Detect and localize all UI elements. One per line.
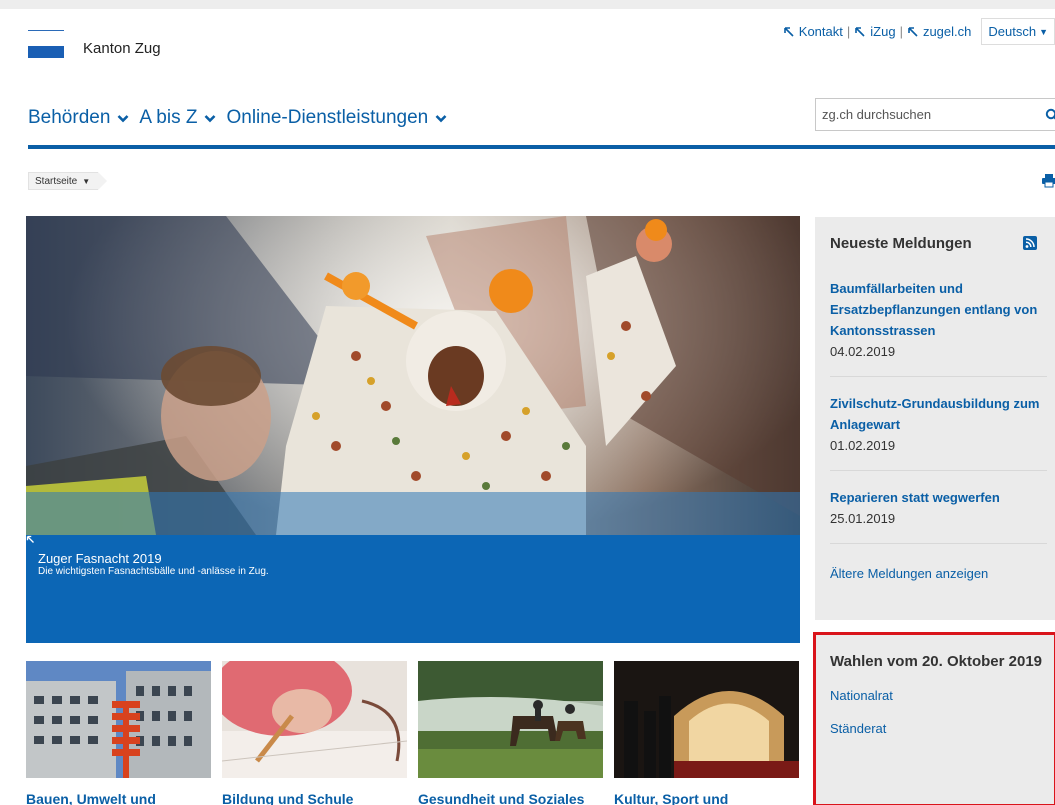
election-link-nationalrat[interactable]: Nationalrat xyxy=(830,688,1054,704)
caret-down-icon: ▼ xyxy=(1039,26,1048,37)
arrow-up-left-icon xyxy=(783,26,794,37)
hero-subtitle-link[interactable]: Die wichtigsten Fasnachtsbälle und -anlä… xyxy=(26,535,800,578)
top-grey-strip xyxy=(0,0,1055,9)
language-select[interactable]: Deutsch ▼ xyxy=(981,18,1055,45)
topic-tile-bildung[interactable]: Bildung und Schule xyxy=(222,661,407,805)
news-item[interactable]: Zivilschutz-Grundausbildung zum Anlagewa… xyxy=(830,393,1047,471)
older-news-link[interactable]: Ältere Meldungen anzeigen xyxy=(830,566,1047,581)
tile-label: Kultur, Sport und xyxy=(614,791,729,805)
main-nav-behoerden[interactable]: Behörden xyxy=(28,107,129,129)
search-box xyxy=(815,98,1055,131)
election-link-staenderat[interactable]: Ständerat xyxy=(830,721,1054,737)
hero-teaser[interactable]: Zuger Fasnacht 2019 Die wichtigsten Fasn… xyxy=(26,216,800,643)
breadcrumb-home: Startseite xyxy=(35,175,78,187)
election-box: Wahlen vom 20. Oktober 2019 Nationalrat … xyxy=(813,632,1055,805)
election-title: Wahlen vom 20. Oktober 2019 xyxy=(830,653,1043,670)
news-headline: Zivilschutz-Grundausbildung zum Anlagewa… xyxy=(830,396,1040,432)
chevron-down-icon xyxy=(117,114,129,122)
separator: | xyxy=(899,24,903,39)
breadcrumb[interactable]: Startseite ▼ xyxy=(28,172,108,190)
news-date: 25.01.2019 xyxy=(830,511,896,526)
tile-image xyxy=(614,661,799,778)
news-header: Neueste Meldungen xyxy=(830,233,1047,253)
news-item[interactable]: Baumfällarbeiten und Ersatzbepflanzungen… xyxy=(830,278,1047,377)
main-nav: Behörden A bis Z Online-Dienstleistungen xyxy=(28,107,457,129)
site-logo[interactable]: Kanton Zug xyxy=(28,30,161,58)
topic-tile-kultur[interactable]: Kultur, Sport und xyxy=(614,661,799,805)
arrow-up-left-icon xyxy=(855,26,865,37)
arrow-up-left-icon xyxy=(26,535,34,543)
service-link-label: zugel.ch xyxy=(922,24,972,39)
chevron-down-icon xyxy=(435,114,447,122)
tile-image xyxy=(26,661,211,778)
news-headline: Baumfällarbeiten und Ersatzbepflanzungen… xyxy=(830,281,1038,338)
service-link-label: iZug xyxy=(870,24,896,39)
hero-title: Zuger Fasnacht 2019 xyxy=(38,551,162,566)
arrow-up-left-icon xyxy=(908,26,918,37)
main-nav-label: Online-Dienstleistungen xyxy=(226,107,429,128)
tile-label: Gesundheit und Soziales xyxy=(418,791,585,805)
service-nav: Kontakt | iZug | zugel.ch Deutsch ▼ xyxy=(783,18,1055,45)
topic-tile-gesundheit[interactable]: Gesundheit und Soziales xyxy=(418,661,603,805)
main-nav-label: A bis Z xyxy=(139,107,198,128)
news-headline: Reparieren statt wegwerfen xyxy=(830,490,1000,505)
news-list: Baumfällarbeiten und Ersatzbepflanzungen… xyxy=(830,278,1047,544)
separator: | xyxy=(846,24,851,39)
logo-text: Kanton Zug xyxy=(83,40,161,57)
language-value: Deutsch xyxy=(988,24,1037,39)
service-link-izug[interactable]: iZug xyxy=(854,24,896,39)
news-item[interactable]: Reparieren statt wegwerfen 25.01.2019 xyxy=(830,487,1047,544)
nav-divider xyxy=(28,145,1055,149)
news-title: Neueste Meldungen xyxy=(830,234,972,252)
search-input[interactable] xyxy=(816,107,1031,122)
tile-image xyxy=(222,661,407,778)
canton-flag-icon xyxy=(28,30,68,58)
rss-icon[interactable] xyxy=(1023,236,1037,250)
tile-image xyxy=(418,661,603,778)
tile-label: Bauen, Umwelt und xyxy=(26,791,156,805)
service-link-kontakt[interactable]: Kontakt xyxy=(783,24,843,39)
tile-label: Bildung und Schule xyxy=(222,791,354,805)
news-date: 01.02.2019 xyxy=(830,438,896,453)
chevron-down-icon xyxy=(205,114,216,122)
main-nav-a-bis-z[interactable]: A bis Z xyxy=(139,107,216,129)
news-sidebar: Neueste Meldungen Baumfällarbeiten und E… xyxy=(815,217,1055,620)
topic-tile-bauen[interactable]: Bauen, Umwelt und xyxy=(26,661,211,805)
service-link-zugel[interactable]: zugel.ch xyxy=(907,24,971,39)
caret-down-icon: ▼ xyxy=(82,176,91,186)
search-icon[interactable] xyxy=(1045,108,1055,122)
news-date: 04.02.2019 xyxy=(830,344,896,359)
service-link-label: Kontakt xyxy=(798,24,843,39)
hero-subtitle: Die wichtigsten Fasnachtsbälle und -anlä… xyxy=(38,566,269,577)
hero-caption: Zuger Fasnacht 2019 Die wichtigsten Fasn… xyxy=(26,535,800,643)
main-nav-label: Behörden xyxy=(28,107,111,128)
print-icon[interactable] xyxy=(1041,172,1055,188)
main-nav-online-dienstleistungen[interactable]: Online-Dienstleistungen xyxy=(226,107,447,129)
